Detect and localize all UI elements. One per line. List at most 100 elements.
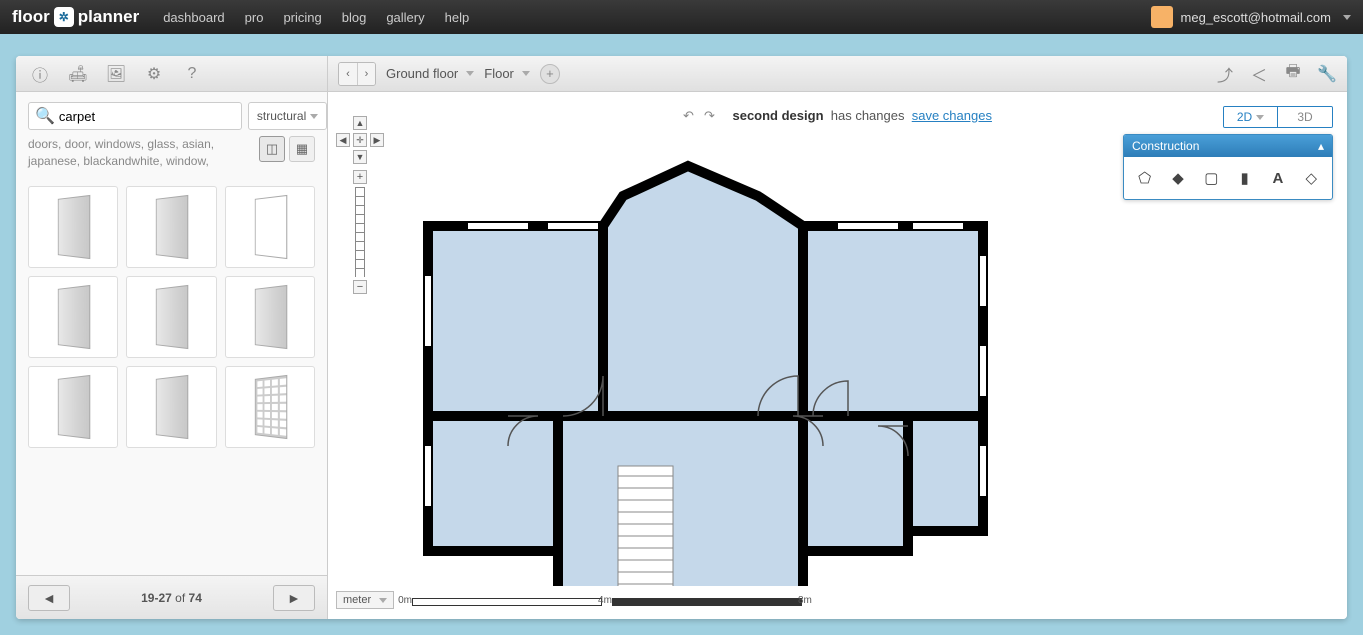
export-icon[interactable]: ⤴ xyxy=(1215,64,1235,84)
tools-icon[interactable]: ⚙ xyxy=(142,62,166,86)
undo-icon[interactable]: ↶ xyxy=(683,108,694,124)
info-icon[interactable]: ⓘ xyxy=(28,62,52,86)
item-door-6[interactable] xyxy=(225,276,315,358)
nav-pro[interactable]: pro xyxy=(245,10,264,25)
item-grid xyxy=(16,178,327,575)
chevron-down-icon xyxy=(466,71,474,76)
ruler-8: 8m xyxy=(798,595,812,606)
tool-floor[interactable]: ◆ xyxy=(1165,165,1190,191)
logo-text-1: floor xyxy=(12,7,50,27)
user-email: meg_escott@hotmail.com xyxy=(1181,10,1331,25)
pan-right[interactable]: ▶ xyxy=(370,133,384,147)
ruler: 0m 4m 8m xyxy=(402,595,812,606)
search-icon: 🔍 xyxy=(35,106,55,126)
tool-wall[interactable]: ▢ xyxy=(1199,165,1224,191)
user-menu[interactable]: meg_escott@hotmail.com xyxy=(1151,6,1351,28)
photo-icon[interactable]: 🖼 xyxy=(104,62,128,86)
nav-links: dashboard pro pricing blog gallery help xyxy=(163,10,469,25)
item-door-2[interactable] xyxy=(126,186,216,268)
logo-text-2: planner xyxy=(78,7,139,27)
item-door-1[interactable] xyxy=(28,186,118,268)
pan-down[interactable]: ▼ xyxy=(353,150,367,164)
workspace: ⓘ 🛋 🖼 ⚙ ? 🔍 structural doors, door, wind… xyxy=(16,56,1347,619)
canvas: ‹ › Ground floor Floor + ⤴ ＜ 🖶 🔧 ↶ ↷ sec xyxy=(328,56,1347,619)
view-toggle: 2D 3D xyxy=(1223,106,1333,128)
logo-icon: ✲ xyxy=(54,7,74,27)
pan-up[interactable]: ▲ xyxy=(353,116,367,130)
search-input[interactable] xyxy=(59,109,235,124)
floor-select-floor[interactable]: Floor xyxy=(484,66,530,81)
pan-center[interactable]: ✛ xyxy=(353,133,367,147)
chevron-down-icon xyxy=(522,71,530,76)
construction-panel: Construction ▴ ⬠ ◆ ▢ ▮ A ◇ xyxy=(1123,134,1333,200)
search-row: 🔍 structural xyxy=(16,92,327,136)
item-door-3[interactable] xyxy=(225,186,315,268)
furniture-icon[interactable]: 🛋 xyxy=(66,62,90,86)
history-nav: ‹ › xyxy=(338,62,376,86)
chevron-down-icon xyxy=(379,598,387,603)
pager: ◄ 19-27 of 74 ► xyxy=(16,575,327,619)
item-door-5[interactable] xyxy=(126,276,216,358)
canvas-toolbar: ‹ › Ground floor Floor + ⤴ ＜ 🖶 🔧 xyxy=(328,56,1347,92)
view-3d-button[interactable]: ◫ xyxy=(259,136,285,162)
nav-pricing[interactable]: pricing xyxy=(283,10,321,25)
nav-help[interactable]: help xyxy=(445,10,470,25)
tool-room[interactable]: ⬠ xyxy=(1132,165,1157,191)
nav-dashboard[interactable]: dashboard xyxy=(163,10,224,25)
wrench-icon[interactable]: 🔧 xyxy=(1317,64,1337,84)
view-2d[interactable]: 2D xyxy=(1224,107,1278,127)
construction-title: Construction xyxy=(1132,139,1199,153)
ruler-0: 0m xyxy=(398,595,412,606)
history-forward[interactable]: › xyxy=(357,63,375,85)
item-window-9[interactable] xyxy=(225,366,315,448)
collapse-icon: ▴ xyxy=(1318,139,1324,153)
sidebar: ⓘ 🛋 🖼 ⚙ ? 🔍 structural doors, door, wind… xyxy=(16,56,328,619)
page-info: 19-27 of 74 xyxy=(141,591,202,605)
category-label: structural xyxy=(257,109,306,123)
view-3d[interactable]: 3D xyxy=(1278,107,1332,127)
sidebar-toolbar: ⓘ 🛋 🖼 ⚙ ? xyxy=(16,56,327,92)
next-page-button[interactable]: ► xyxy=(273,585,315,611)
scale-bar: meter 0m 4m 8m xyxy=(336,591,812,609)
search-box: 🔍 xyxy=(28,102,242,130)
add-floor-button[interactable]: + xyxy=(540,64,560,84)
tag-list[interactable]: doors, door, windows, glass, asian, japa… xyxy=(28,136,251,170)
zoom-track[interactable] xyxy=(355,187,365,277)
item-door-7[interactable] xyxy=(28,366,118,448)
tool-surface[interactable]: ◇ xyxy=(1299,165,1324,191)
nav-blog[interactable]: blog xyxy=(342,10,367,25)
share-icon[interactable]: ＜ xyxy=(1249,64,1269,84)
redo-icon[interactable]: ↷ xyxy=(704,108,715,124)
view-2d-button[interactable]: ▦ xyxy=(289,136,315,162)
pan-zoom: ▲ ◀ ✛ ▶ ▼ + − xyxy=(336,116,384,294)
design-title: second design xyxy=(732,108,823,123)
pan-left[interactable]: ◀ xyxy=(336,133,350,147)
unit-select[interactable]: meter xyxy=(336,591,394,609)
tool-text[interactable]: A xyxy=(1265,165,1290,191)
history-back[interactable]: ‹ xyxy=(339,63,357,85)
item-door-8[interactable] xyxy=(126,366,216,448)
chevron-down-icon xyxy=(310,114,318,119)
logo[interactable]: floor ✲ planner xyxy=(12,7,139,27)
tool-door[interactable]: ▮ xyxy=(1232,165,1257,191)
status-text: has changes xyxy=(831,108,905,123)
chevron-down-icon xyxy=(1256,115,1264,120)
help-icon[interactable]: ? xyxy=(180,62,204,86)
tag-row: doors, door, windows, glass, asian, japa… xyxy=(16,136,327,178)
canvas-actions: ⤴ ＜ 🖶 🔧 xyxy=(1215,64,1337,84)
nav-gallery[interactable]: gallery xyxy=(386,10,424,25)
ruler-4: 4m xyxy=(598,595,612,606)
status-bar: ↶ ↷ second design has changes save chang… xyxy=(328,108,1347,124)
floor-select-ground[interactable]: Ground floor xyxy=(386,66,474,81)
floor-plan[interactable] xyxy=(408,146,1008,586)
save-changes-link[interactable]: save changes xyxy=(912,108,992,123)
item-door-4[interactable] xyxy=(28,276,118,358)
top-nav: floor ✲ planner dashboard pro pricing bl… xyxy=(0,0,1363,34)
print-icon[interactable]: 🖶 xyxy=(1283,64,1303,84)
construction-header[interactable]: Construction ▴ xyxy=(1124,135,1332,157)
prev-page-button[interactable]: ◄ xyxy=(28,585,70,611)
chevron-down-icon xyxy=(1343,15,1351,20)
zoom-in[interactable]: + xyxy=(353,170,367,184)
category-select[interactable]: structural xyxy=(248,102,327,130)
zoom-out[interactable]: − xyxy=(353,280,367,294)
